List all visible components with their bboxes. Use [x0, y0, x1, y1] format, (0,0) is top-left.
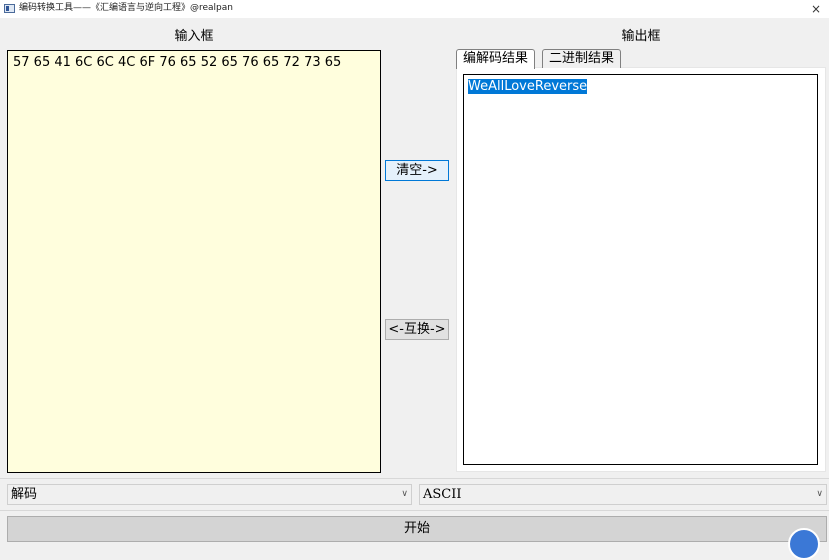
floating-assistant-icon[interactable] — [788, 528, 820, 560]
divider — [0, 478, 829, 479]
title-bar: 编码转换工具——《汇编语言与逆向工程》@realpan × — [0, 0, 829, 18]
input-textarea[interactable]: 57 65 41 6C 6C 4C 6F 76 65 52 65 76 65 7… — [7, 50, 381, 473]
window-title: 编码转换工具——《汇编语言与逆向工程》@realpan — [19, 3, 233, 13]
input-text: 57 65 41 6C 6C 4C 6F 76 65 52 65 76 65 7… — [13, 55, 342, 70]
chevron-down-icon: ∨ — [401, 489, 408, 499]
tab-encode-decode-result[interactable]: 编解码结果 — [456, 49, 536, 69]
mode-select[interactable]: 解码 ∨ — [7, 484, 412, 505]
chevron-down-icon: ∨ — [816, 489, 823, 499]
swap-button[interactable]: <-互换-> — [385, 319, 449, 340]
output-text: WeAllLoveReverse — [468, 79, 588, 94]
output-label: 输出框 — [621, 29, 661, 44]
output-textarea[interactable]: WeAllLoveReverse — [463, 74, 818, 465]
clear-button[interactable]: 清空-> — [385, 160, 449, 181]
encoding-select[interactable]: ASCII ∨ — [419, 484, 827, 505]
tab-binary-result[interactable]: 二进制结果 — [542, 49, 622, 68]
start-button[interactable]: 开始 — [7, 516, 827, 542]
input-label: 输入框 — [174, 29, 214, 44]
divider — [0, 510, 829, 511]
app-window-icon — [4, 4, 15, 13]
close-button[interactable]: × — [803, 0, 829, 18]
mode-select-value: 解码 — [11, 487, 38, 502]
encoding-select-value: ASCII — [423, 487, 462, 502]
